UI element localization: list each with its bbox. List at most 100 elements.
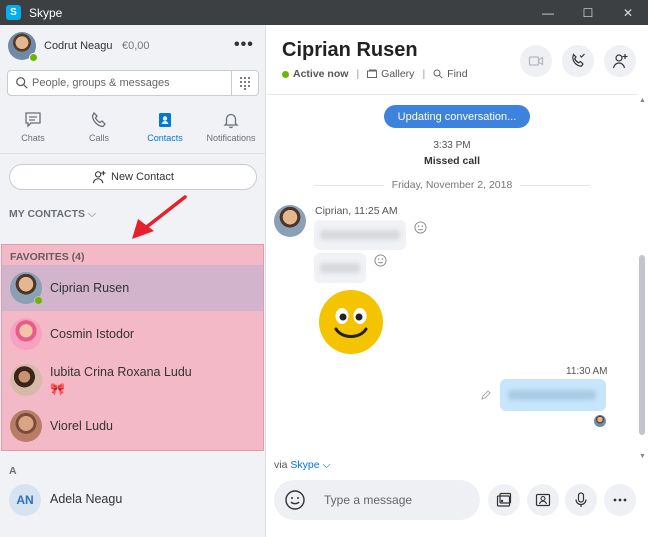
media-icon [496, 492, 512, 507]
reaction-icon[interactable] [414, 221, 427, 234]
chevron-down-icon: ⌵ [88, 208, 96, 220]
bell-icon [223, 113, 239, 129]
skype-credit[interactable]: €0,00 [122, 40, 150, 52]
tab-label: Chats [21, 133, 45, 143]
find-link[interactable]: Find [447, 68, 467, 80]
via-skype-link[interactable]: Skype [290, 459, 319, 471]
blurred-text [320, 230, 400, 240]
message-bubble[interactable] [314, 253, 366, 283]
window-title: Skype [29, 5, 63, 20]
online-status-dot [29, 53, 38, 62]
audio-call-button[interactable] [562, 45, 594, 77]
send-media-button[interactable] [488, 484, 520, 516]
new-contact-button[interactable]: New Contact [9, 164, 257, 190]
header-divider [266, 94, 638, 95]
search-icon [16, 77, 28, 89]
tab-calls[interactable]: Calls [66, 111, 132, 153]
microphone-icon [575, 492, 587, 507]
contact-item-iubita-crina-roxana-ludu[interactable]: Iubita Crina Roxana Ludu 🎀 [2, 357, 263, 403]
search-icon [433, 69, 443, 79]
smiley-emoticon-icon[interactable] [318, 289, 384, 355]
tab-chats[interactable]: Chats [0, 111, 66, 153]
profile-bar: Codrut Neagu €0,00 ••• [0, 25, 265, 69]
add-person-icon [612, 54, 628, 69]
sender-name-time: Ciprian, 11:25 AM [315, 205, 398, 217]
separator: | [356, 68, 360, 80]
avatar [10, 318, 42, 350]
section-letter-a: A [9, 465, 17, 477]
gallery-link[interactable]: Gallery [381, 68, 414, 80]
contact-card-icon [535, 493, 551, 507]
outgoing-message-time: 11:30 AM [566, 366, 608, 377]
video-camera-icon [528, 56, 544, 66]
favorites-header: FAVORITES (4) [10, 251, 85, 263]
edit-pencil-icon[interactable] [480, 389, 492, 401]
more-icon[interactable]: ••• [234, 36, 254, 54]
reaction-icon[interactable] [374, 254, 387, 267]
outgoing-message-bubble[interactable] [500, 379, 606, 411]
tab-contacts[interactable]: Contacts [132, 111, 198, 153]
date-separator: Friday, November 2, 2018 [266, 179, 638, 191]
close-button[interactable]: ✕ [608, 0, 648, 25]
scroll-down-icon[interactable]: ▼ [639, 453, 646, 460]
conversation-title[interactable]: Ciprian Rusen [282, 39, 418, 62]
message-input[interactable] [324, 492, 474, 508]
contact-item-viorel-ludu[interactable]: Viorel Ludu [2, 403, 263, 449]
contact-item-ciprian-rusen[interactable]: Ciprian Rusen [2, 265, 263, 311]
contact-name: Iubita Crina Roxana Ludu [50, 365, 192, 379]
search-input[interactable] [32, 75, 232, 91]
missed-call-label: Missed call [423, 155, 481, 167]
title-bar: S Skype — ☐ ✕ [0, 0, 648, 25]
online-status-dot [34, 296, 43, 305]
scroll-up-icon[interactable]: ▲ [639, 97, 646, 104]
more-options-button[interactable] [604, 484, 636, 516]
online-status-dot [282, 70, 289, 78]
scrollbar-thumb[interactable] [639, 255, 645, 435]
contact-item-cosmin-istodor[interactable]: Cosmin Istodor [2, 311, 263, 357]
video-call-button[interactable] [520, 45, 552, 77]
search-box[interactable] [7, 70, 259, 96]
contact-name: Cosmin Istodor [50, 327, 135, 341]
blurred-text [320, 263, 360, 273]
date-label: Friday, November 2, 2018 [383, 179, 521, 191]
scrollbar[interactable]: ▲ ▼ [638, 95, 646, 465]
chevron-down-icon[interactable]: ⌵ [322, 459, 330, 471]
tab-label: Contacts [147, 133, 183, 143]
blurred-text [508, 390, 596, 400]
separator: | [422, 68, 426, 80]
skype-logo-icon: S [6, 5, 21, 20]
sender-avatar[interactable] [274, 205, 306, 237]
contact-item-adela-neagu[interactable]: AN Adela Neagu [0, 477, 265, 523]
via-skype: via Skype ⌵ [274, 459, 330, 472]
via-prefix: via [274, 459, 288, 471]
conversation-pane: Ciprian Rusen Active now | Gallery | Fin… [266, 25, 648, 537]
divider [0, 153, 265, 154]
chat-icon [25, 112, 41, 128]
add-people-button[interactable] [604, 45, 636, 77]
minimize-button[interactable]: — [528, 0, 568, 25]
send-contact-button[interactable] [527, 484, 559, 516]
emoji-icon[interactable] [284, 489, 306, 511]
avatar-initials: AN [9, 484, 41, 516]
dialpad-icon [240, 77, 250, 90]
gallery-icon [367, 69, 378, 78]
more-icon [613, 498, 627, 502]
contact-name: Ciprian Rusen [50, 281, 130, 295]
phone-icon [572, 53, 585, 67]
message-composer[interactable] [274, 480, 480, 520]
my-contacts-dropdown[interactable]: MY CONTACTS ⌵ [9, 208, 96, 221]
maximize-button[interactable]: ☐ [568, 0, 608, 25]
tab-notifications[interactable]: Notifications [198, 111, 264, 153]
dialpad-button[interactable] [231, 71, 258, 95]
annotation-arrow-icon [132, 195, 187, 239]
updating-conversation-badge: Updating conversation... [384, 105, 530, 128]
profile-name[interactable]: Codrut Neagu [44, 40, 113, 52]
new-contact-label: New Contact [111, 171, 174, 183]
tab-label: Calls [88, 133, 109, 143]
phone-icon [91, 111, 106, 128]
conversation-meta: Active now | Gallery | Find [282, 68, 468, 80]
my-contacts-label: MY CONTACTS [9, 208, 86, 220]
tab-label: Notifications [206, 133, 256, 143]
voice-message-button[interactable] [565, 484, 597, 516]
message-bubble[interactable] [314, 220, 406, 250]
